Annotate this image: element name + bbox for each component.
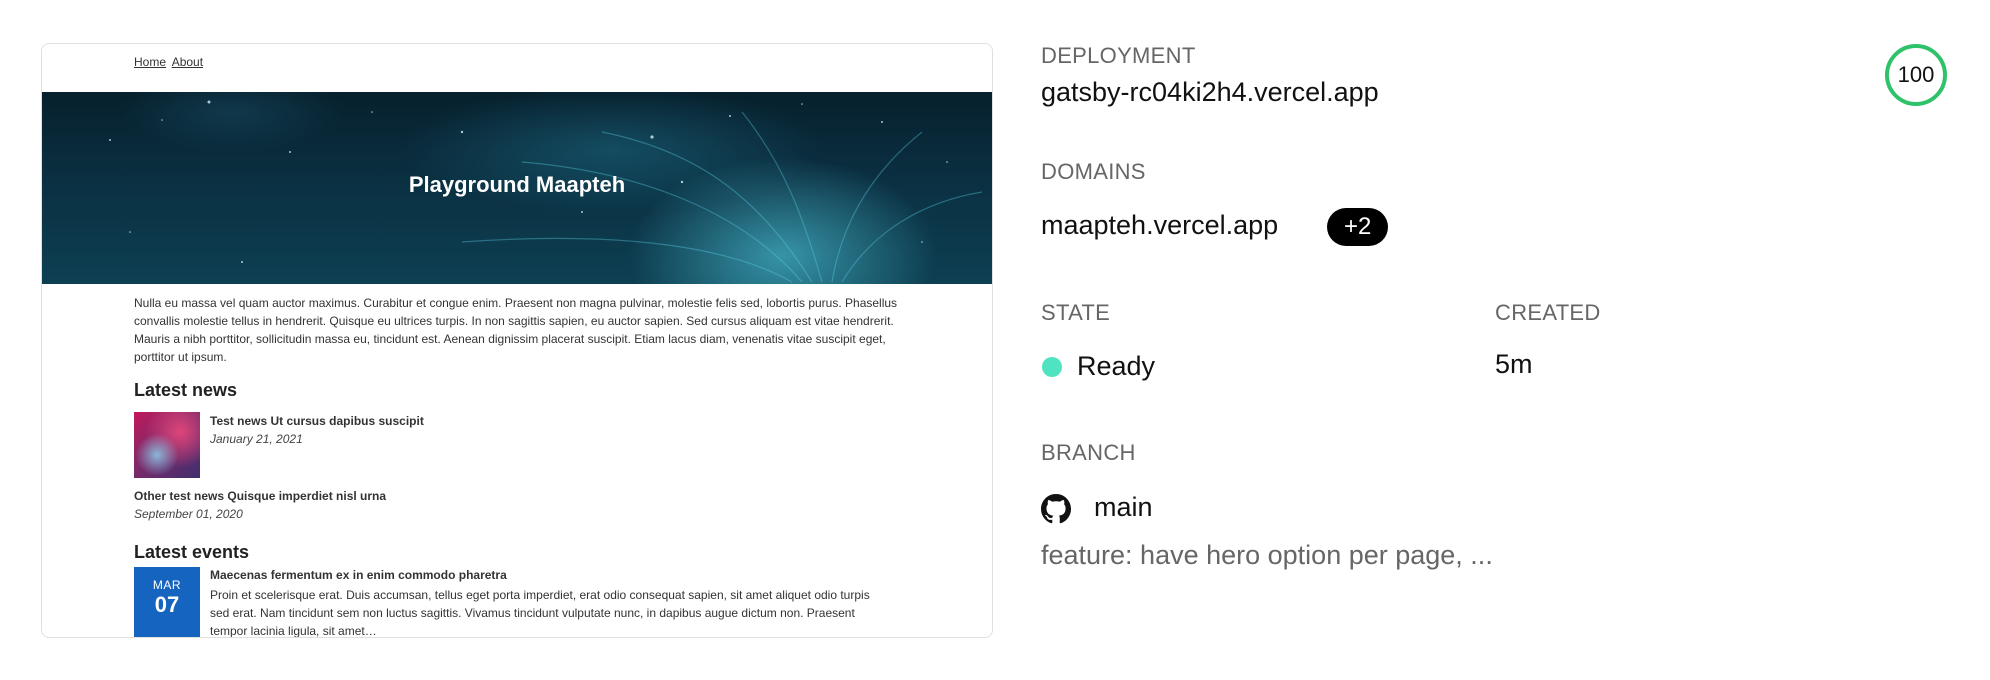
created-value: 5m <box>1495 349 1533 379</box>
intro-paragraph: Nulla eu massa vel quam auctor maximus. … <box>134 296 898 364</box>
ready-status-dot <box>1042 357 1062 377</box>
news-item-date: January 21, 2021 <box>210 432 303 446</box>
branch-label: BRANCH <box>1041 440 1136 465</box>
deployment-url-link[interactable]: gatsby-rc04ki2h4.vercel.app <box>1041 77 1379 108</box>
state-label: STATE <box>1041 300 1111 325</box>
domain-link[interactable]: maapteh.vercel.app <box>1041 210 1278 241</box>
hero-banner: Playground Maapteh <box>42 92 992 284</box>
hero-title: Playground Maapteh <box>408 172 626 197</box>
branch-link[interactable]: main <box>1094 492 1153 523</box>
news-item-date: September 01, 2020 <box>134 507 243 521</box>
nav-about-link[interactable]: About <box>172 55 203 69</box>
event-date-badge: MAR 07 <box>134 567 200 637</box>
commit-message-link[interactable]: feature: have hero option per page, ... <box>1041 540 1493 571</box>
state-value: Ready <box>1077 351 1156 381</box>
event-description: Proin et scelerisque erat. Duis accumsan… <box>210 588 870 638</box>
preview-nav: Home About <box>134 55 206 69</box>
latest-news-heading: Latest news <box>134 380 238 400</box>
lighthouse-score[interactable]: 100 <box>1885 44 1947 106</box>
latest-events-heading: Latest events <box>134 542 250 562</box>
nav-home-link[interactable]: Home <box>134 55 166 69</box>
more-domains-badge[interactable]: +2 <box>1327 208 1389 246</box>
news-item-title[interactable]: Other test news Quisque imperdiet nisl u… <box>134 489 386 503</box>
deployment-label: DEPLOYMENT <box>1041 43 1196 68</box>
news-item-title[interactable]: Test news Ut cursus dapibus suscipit <box>210 414 424 428</box>
event-month: MAR <box>152 578 182 592</box>
news-thumbnail[interactable] <box>134 412 200 478</box>
github-icon <box>1041 494 1071 524</box>
event-day: 07 <box>154 592 180 617</box>
domains-label: DOMAINS <box>1041 159 1146 184</box>
event-title[interactable]: Maecenas fermentum ex in enim commodo ph… <box>210 568 507 582</box>
deployment-preview[interactable]: Home About Playground Maapteh Nulla eu m… <box>41 43 993 638</box>
created-label: CREATED <box>1495 300 1601 325</box>
